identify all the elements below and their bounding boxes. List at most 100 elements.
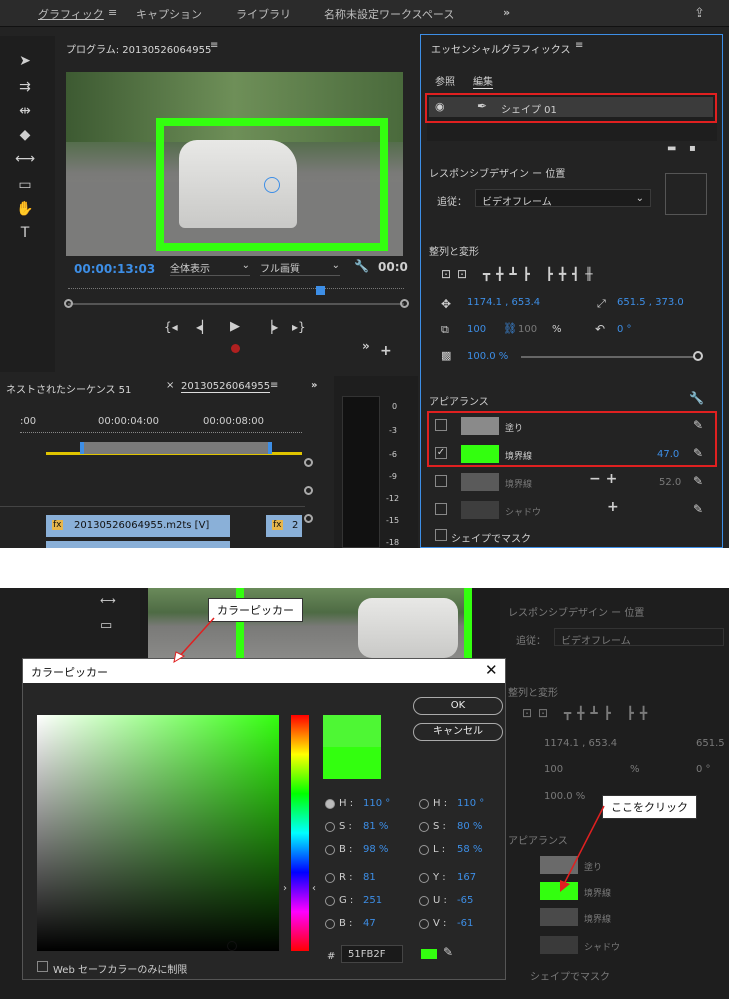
- eyedropper-icon[interactable]: ✎: [693, 418, 703, 432]
- hsb-b-value[interactable]: 98 %: [363, 844, 388, 855]
- hsb-h-radio[interactable]: [325, 799, 335, 809]
- track-select-icon[interactable]: ⇉: [16, 78, 34, 96]
- wrench-icon[interactable]: 🔧: [689, 391, 704, 405]
- hsl-s-value[interactable]: 80 %: [457, 821, 482, 832]
- more-workspaces-icon[interactable]: »: [503, 6, 510, 19]
- close-tab-icon[interactable]: ×: [166, 380, 174, 391]
- eyedropper-icon[interactable]: ✎: [443, 945, 453, 959]
- rgb-g-value[interactable]: 251: [363, 895, 382, 906]
- share-icon[interactable]: ⇪: [694, 6, 705, 21]
- yuv-v-radio[interactable]: [419, 919, 429, 929]
- step-forward-icon[interactable]: ▕▸: [263, 320, 278, 334]
- stroke2-checkbox[interactable]: [435, 475, 447, 487]
- shadow-checkbox[interactable]: [435, 503, 447, 515]
- quality-select[interactable]: フル画質 ⌄: [260, 260, 340, 276]
- eye-icon[interactable]: ◉: [435, 100, 445, 113]
- time-ruler[interactable]: [68, 288, 404, 296]
- folder-icon[interactable]: ▬: [667, 143, 676, 154]
- hsb-h-value[interactable]: 110 °: [363, 798, 390, 809]
- tab-edit[interactable]: 編集: [473, 73, 493, 89]
- mask-checkbox[interactable]: [435, 529, 447, 541]
- yuv-y-value[interactable]: 167: [457, 872, 476, 883]
- eyedropper-icon[interactable]: ✎: [693, 474, 703, 488]
- pin-widget[interactable]: [665, 173, 707, 215]
- eyedropper-icon[interactable]: ✎: [693, 502, 703, 516]
- more-panels-icon[interactable]: »: [311, 380, 317, 391]
- hsb-b-radio[interactable]: [325, 845, 335, 855]
- more-buttons-icon[interactable]: »: [362, 339, 370, 353]
- workspace-tab-graphics[interactable]: グラフィック: [38, 6, 104, 22]
- scroll-handle[interactable]: [304, 514, 313, 523]
- hex-input[interactable]: 51FB2F: [341, 945, 403, 963]
- hsl-h-radio[interactable]: [419, 799, 429, 809]
- add-shadow-icon[interactable]: +: [607, 499, 619, 515]
- clip-below[interactable]: [46, 541, 230, 548]
- hue-slider-right-arrow-icon[interactable]: ‹: [312, 883, 316, 894]
- new-layer-icon[interactable]: ▪: [689, 143, 696, 154]
- playhead-icon[interactable]: [316, 286, 325, 295]
- zoom-scrollbar[interactable]: [68, 303, 404, 305]
- original-color-swatch[interactable]: [323, 747, 381, 779]
- hsl-h-value[interactable]: 110 °: [457, 798, 484, 809]
- color-field-cursor[interactable]: [227, 941, 237, 951]
- scroll-handle-left[interactable]: [64, 299, 73, 308]
- record-icon[interactable]: [231, 344, 240, 353]
- workspace-tab-captions[interactable]: キャプション: [136, 6, 202, 22]
- rgb-r-value[interactable]: 81: [363, 872, 376, 883]
- video-clip[interactable]: fx 20130526064955.m2ts [V]: [46, 515, 230, 537]
- opacity-slider-handle[interactable]: [693, 351, 703, 361]
- hsl-l-radio[interactable]: [419, 845, 429, 855]
- remove-stroke-icon[interactable]: − +: [589, 471, 617, 487]
- tab-browse[interactable]: 参照: [435, 73, 455, 88]
- workspace-tab-libraries[interactable]: ライブラリ: [236, 6, 291, 22]
- vertical-zoom-handle[interactable]: [304, 458, 313, 467]
- opacity-slider[interactable]: [521, 356, 695, 358]
- link-icon[interactable]: ⛓: [503, 322, 517, 335]
- mark-in-icon[interactable]: {◂: [164, 320, 178, 334]
- follow-select[interactable]: ビデオフレーム ⌄: [475, 189, 651, 208]
- align-buttons-icon[interactable]: ⊡⊡ ┳╋┻┣ ┣╋┫╫: [441, 267, 599, 281]
- video-clip-right[interactable]: fx 2: [266, 515, 302, 537]
- hand-tool-icon[interactable]: ✋: [16, 200, 34, 218]
- workspace-menu-icon[interactable]: ≡: [108, 6, 117, 19]
- scale-value[interactable]: 100: [467, 324, 486, 335]
- timeline-tab-active[interactable]: 20130526064955: [181, 381, 271, 393]
- panel-menu-icon[interactable]: ≡: [575, 40, 583, 51]
- panel-menu-icon[interactable]: ≡: [210, 40, 218, 51]
- shadow-swatch[interactable]: [461, 501, 499, 519]
- rotation-value[interactable]: 0 °: [617, 324, 632, 335]
- scroll-handle[interactable]: [304, 486, 313, 495]
- mark-out-icon[interactable]: ▸}: [292, 320, 306, 334]
- stroke-width[interactable]: 47.0: [657, 449, 679, 460]
- zoom-select[interactable]: 全体表示 ⌄: [170, 260, 250, 276]
- rgb-b-radio[interactable]: [325, 919, 335, 929]
- color-field[interactable]: [37, 715, 279, 951]
- razor-icon[interactable]: ◆: [16, 126, 34, 144]
- rgb-g-radio[interactable]: [325, 896, 335, 906]
- wrench-icon[interactable]: 🔧: [354, 259, 369, 273]
- hsl-s-radio[interactable]: [419, 822, 429, 832]
- layer-row[interactable]: ◉ ✒ シェイプ 01: [429, 97, 713, 117]
- position-value[interactable]: 1174.1 , 653.4: [467, 297, 540, 308]
- cancel-button[interactable]: キャンセル: [413, 723, 503, 741]
- panel-menu-icon[interactable]: ≡: [270, 380, 278, 391]
- anchor-point-icon[interactable]: [264, 177, 280, 193]
- ripple-edit-icon[interactable]: ⇹: [16, 102, 34, 120]
- hue-slider-left-arrow-icon[interactable]: ›: [283, 883, 287, 894]
- stroke-checkbox[interactable]: ✓: [435, 447, 447, 459]
- rectangle-tool-icon[interactable]: ▭: [16, 176, 34, 194]
- stroke-swatch[interactable]: [461, 445, 499, 463]
- yuv-v-value[interactable]: -61: [457, 918, 473, 929]
- hsb-s-value[interactable]: 81 %: [363, 821, 388, 832]
- yuv-u-value[interactable]: -65: [457, 895, 473, 906]
- workspace-tab-untitled[interactable]: 名称未設定ワークスペース: [324, 6, 454, 22]
- fill-swatch[interactable]: [461, 417, 499, 435]
- slip-icon[interactable]: ⟷: [15, 150, 35, 168]
- hsb-s-radio[interactable]: [325, 822, 335, 832]
- scroll-handle-right[interactable]: [400, 299, 409, 308]
- add-button-icon[interactable]: +: [380, 343, 392, 359]
- ok-button[interactable]: OK: [413, 697, 503, 715]
- selection-tool-icon[interactable]: ➤: [16, 52, 34, 70]
- yuv-y-radio[interactable]: [419, 873, 429, 883]
- timecode-current[interactable]: 00:00:13:03: [74, 262, 155, 276]
